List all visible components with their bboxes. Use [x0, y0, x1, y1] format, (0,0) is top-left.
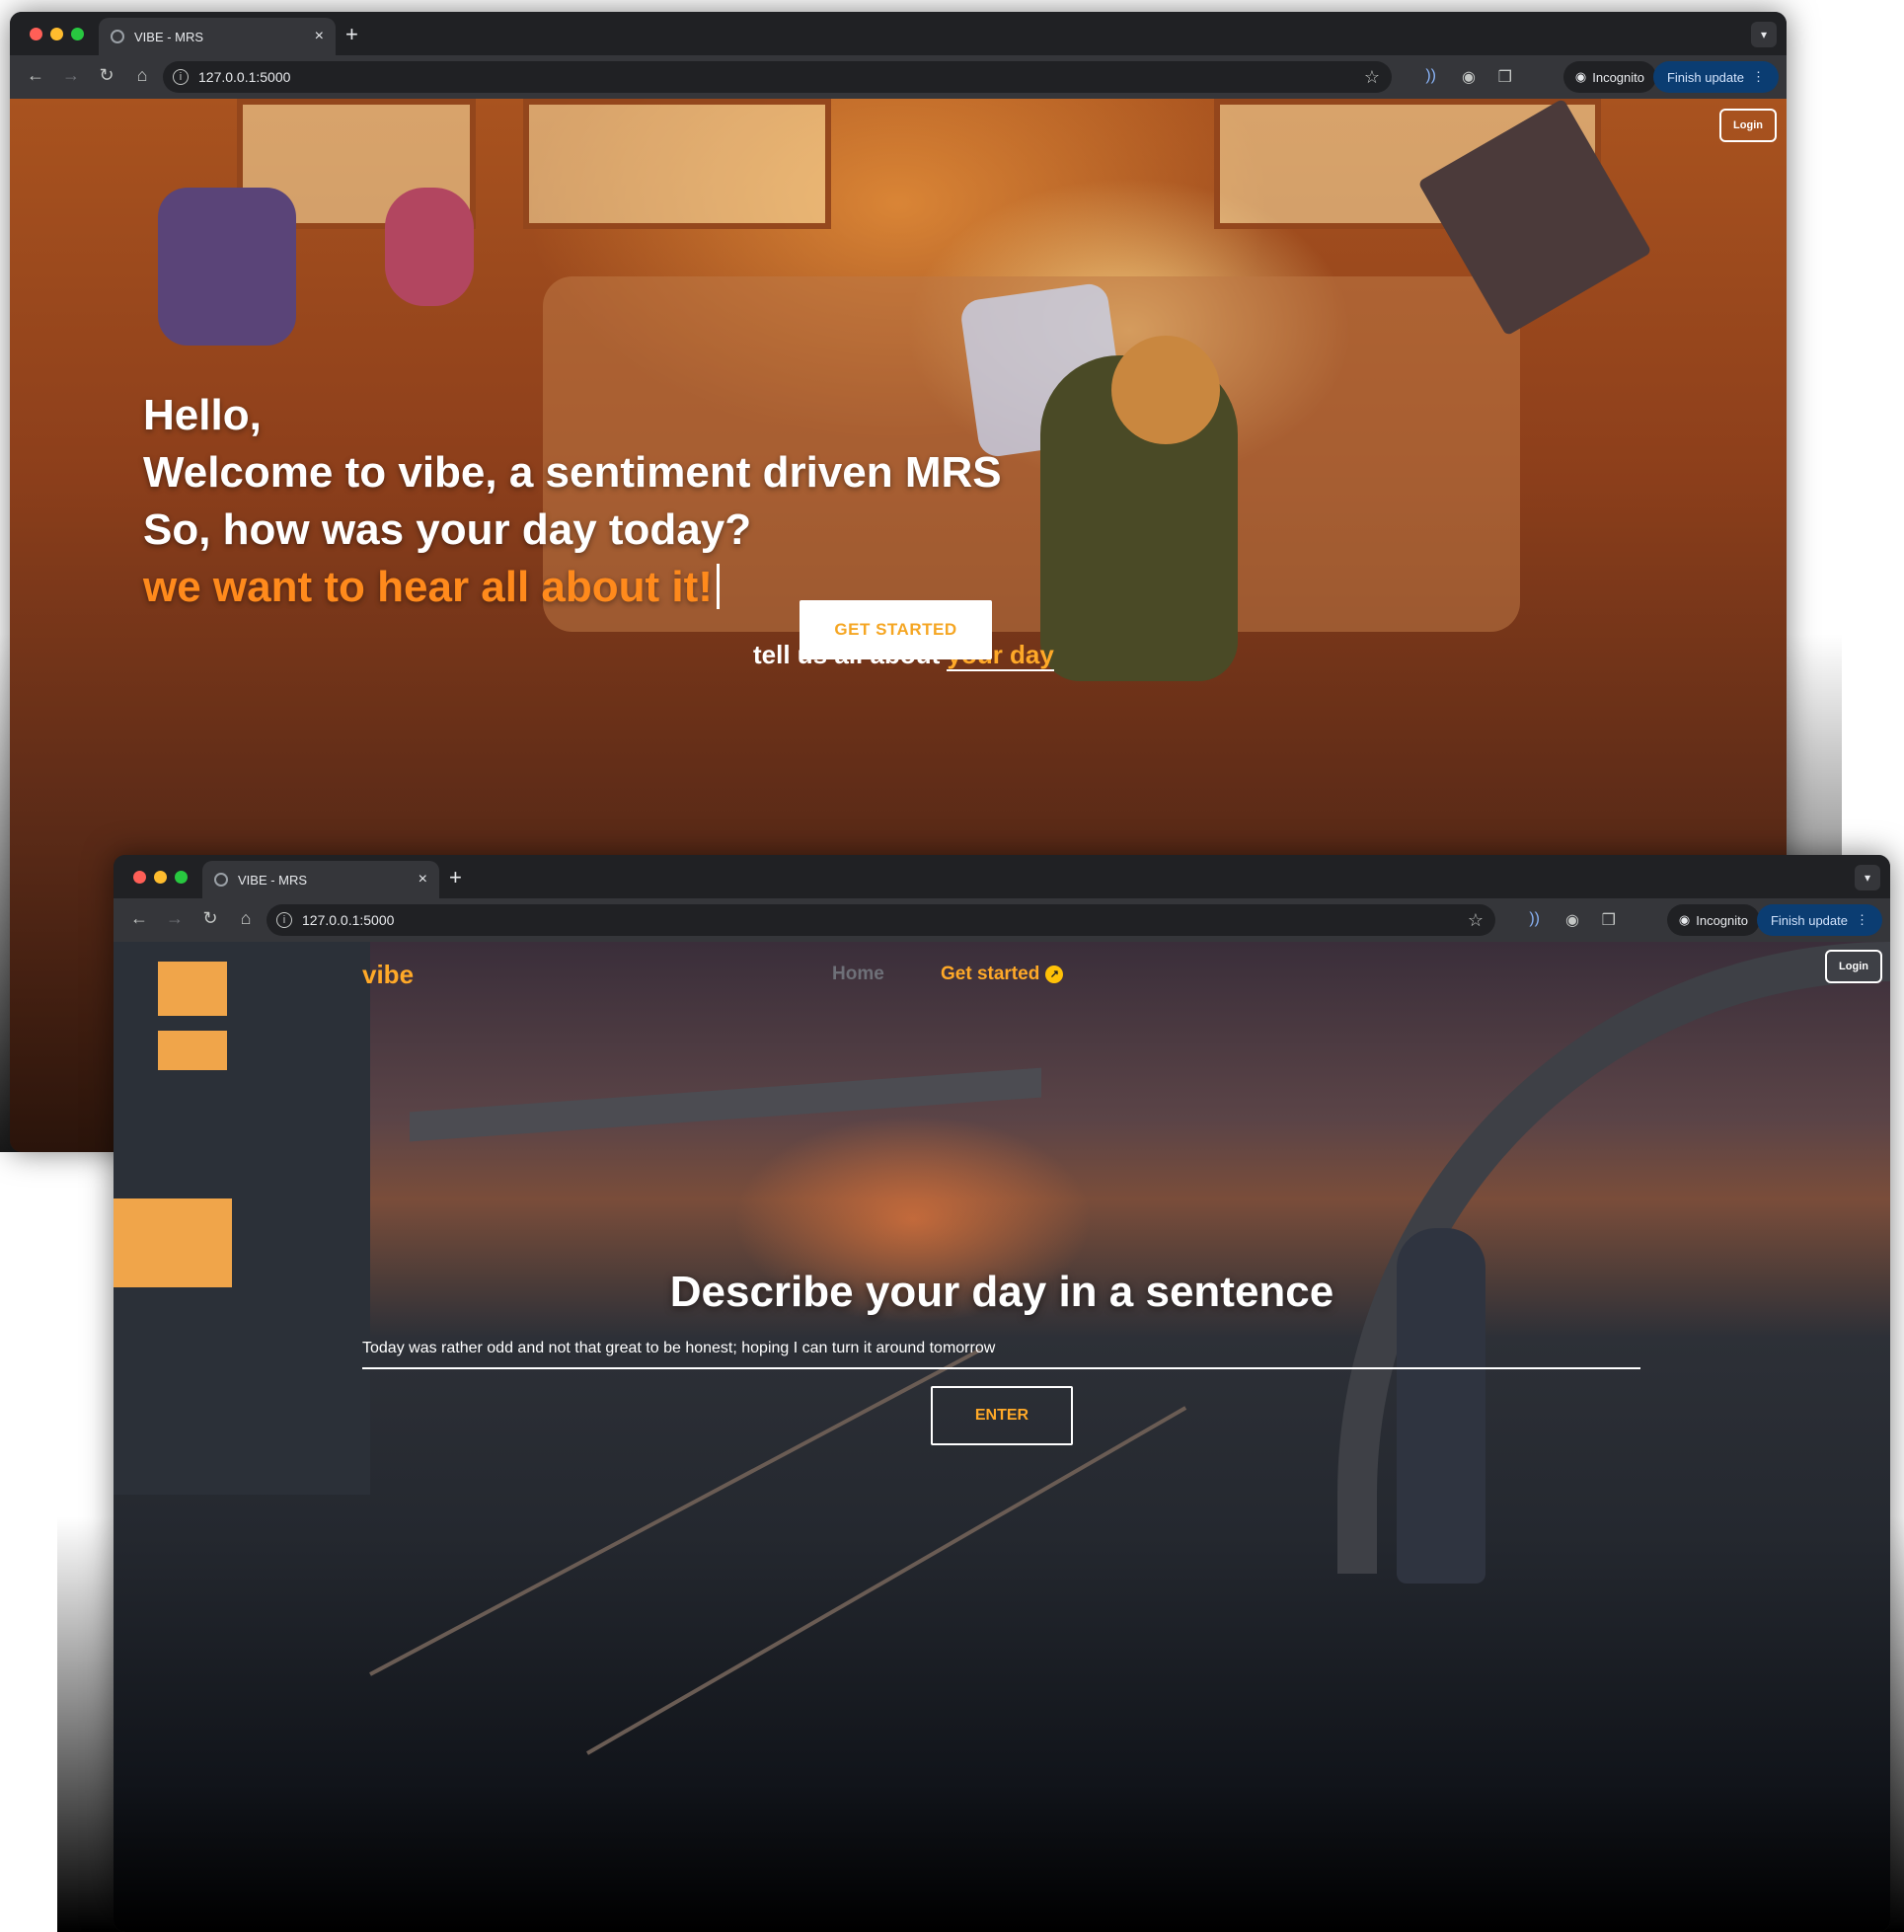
incognito-icon: ◉ [1678, 912, 1691, 927]
back-icon[interactable]: ← [127, 908, 151, 929]
login-button[interactable]: Login [1825, 950, 1882, 983]
close-window-button[interactable] [133, 871, 146, 884]
background-illustration [410, 1067, 1041, 1142]
tab-close-icon[interactable]: × [419, 871, 427, 889]
browser-window-describe: VIBE - MRS × + ▾ ← → ↻ ⌂ i 127.0.0.1:500… [114, 855, 1890, 1932]
tab-search-button[interactable]: ▾ [1751, 22, 1777, 47]
hero-heading: Hello, Welcome to vibe, a sentiment driv… [143, 387, 1002, 616]
shield-extension-icon[interactable]: ◉ [1565, 910, 1579, 930]
tab-close-icon[interactable]: × [315, 28, 324, 45]
menu-dots-icon[interactable]: ⋮ [1752, 69, 1765, 85]
menu-dots-icon[interactable]: ⋮ [1856, 912, 1868, 928]
tab-bar: VIBE - MRS × + ▾ [10, 12, 1787, 55]
address-bar[interactable]: i 127.0.0.1:5000 ☆ [267, 904, 1495, 936]
shield-extension-icon[interactable]: ◉ [1462, 67, 1476, 87]
finish-update-label: Finish update [1666, 69, 1744, 85]
window-controls [133, 871, 188, 884]
maximize-window-button[interactable] [71, 28, 84, 40]
tab-title: VIBE - MRS [134, 29, 204, 44]
background-illustration [1111, 336, 1220, 444]
background-illustration [523, 99, 831, 229]
brand-logo[interactable]: vibe [362, 960, 414, 990]
finish-update-label: Finish update [1770, 912, 1848, 928]
maximize-window-button[interactable] [175, 871, 188, 884]
minimize-window-button[interactable] [50, 28, 63, 40]
bookmark-star-icon[interactable]: ☆ [1468, 910, 1484, 931]
incognito-badge[interactable]: ◉ Incognito [1666, 904, 1760, 936]
url-text: 127.0.0.1:5000 [302, 912, 395, 928]
typing-caret [716, 564, 720, 609]
incognito-badge[interactable]: ◉ Incognito [1562, 61, 1656, 93]
hero-question: So, how was your day today? [143, 505, 752, 554]
tab-search-button[interactable]: ▾ [1855, 865, 1880, 890]
forward-icon[interactable]: → [163, 908, 187, 929]
background-illustration [369, 1348, 982, 1676]
background-illustration [158, 188, 296, 346]
globe-icon [111, 30, 124, 43]
home-icon[interactable]: ⌂ [234, 908, 258, 929]
media-cast-icon[interactable]: )) [1425, 67, 1436, 85]
background-illustration [385, 188, 474, 306]
background-illustration [158, 962, 227, 1016]
page-viewport: vibe Home Get started ↗ Login Describe yo… [114, 942, 1890, 1932]
new-tab-button[interactable]: + [345, 22, 358, 47]
tab-vibe[interactable]: VIBE - MRS × [202, 861, 439, 898]
new-tab-button[interactable]: + [449, 865, 462, 890]
url-text: 127.0.0.1:5000 [198, 69, 291, 85]
incognito-icon: ◉ [1574, 69, 1587, 84]
tab-vibe[interactable]: VIBE - MRS × [99, 18, 336, 55]
bookmark-star-icon[interactable]: ☆ [1364, 67, 1380, 88]
tab-bar: VIBE - MRS × + ▾ [114, 855, 1890, 898]
background-illustration [158, 1031, 227, 1070]
reload-icon[interactable]: ↻ [95, 65, 118, 86]
browser-toolbar: ← → ↻ ⌂ i 127.0.0.1:5000 ☆ )) ◉ ❒ ◉ Inco… [10, 55, 1787, 99]
extensions-puzzle-icon[interactable]: ❒ [1498, 67, 1512, 87]
day-sentence-input[interactable] [362, 1330, 1640, 1369]
describe-heading: Describe your day in a sentence [669, 1268, 1334, 1316]
arrow-up-right-icon: ↗ [1045, 966, 1064, 983]
nav-home-link[interactable]: Home [832, 964, 884, 985]
background-illustration [586, 1406, 1187, 1755]
address-bar[interactable]: i 127.0.0.1:5000 ☆ [163, 61, 1392, 93]
reload-icon[interactable]: ↻ [198, 908, 222, 929]
hero-welcome: Welcome to vibe, a sentiment driven MRS [143, 448, 1002, 497]
browser-toolbar: ← → ↻ ⌂ i 127.0.0.1:5000 ☆ )) ◉ ❒ ◉ Inco… [114, 898, 1890, 942]
media-cast-icon[interactable]: )) [1529, 910, 1540, 928]
minimize-window-button[interactable] [154, 871, 167, 884]
site-info-icon[interactable]: i [173, 69, 189, 85]
back-icon[interactable]: ← [24, 65, 47, 86]
nav-get-started-link[interactable]: Get started ↗ [941, 964, 1064, 985]
enter-button[interactable]: ENTER [931, 1386, 1073, 1445]
window-controls [30, 28, 84, 40]
nav-get-started-label: Get started [941, 964, 1040, 984]
incognito-label: Incognito [1696, 912, 1748, 928]
tab-title: VIBE - MRS [238, 872, 308, 888]
extensions-puzzle-icon[interactable]: ❒ [1602, 910, 1616, 930]
incognito-label: Incognito [1592, 69, 1644, 85]
finish-update-button[interactable]: Finish update ⋮ [1756, 904, 1882, 936]
site-info-icon[interactable]: i [276, 912, 292, 928]
globe-icon [214, 873, 228, 887]
forward-icon[interactable]: → [59, 65, 83, 86]
home-icon[interactable]: ⌂ [130, 65, 154, 86]
close-window-button[interactable] [30, 28, 42, 40]
hero-highlight: we want to hear all about it! [143, 563, 713, 611]
hero-greeting: Hello, [143, 391, 262, 439]
get-started-button[interactable]: GET STARTED [800, 600, 992, 659]
finish-update-button[interactable]: Finish update ⋮ [1652, 61, 1779, 93]
login-button[interactable]: Login [1719, 109, 1777, 142]
